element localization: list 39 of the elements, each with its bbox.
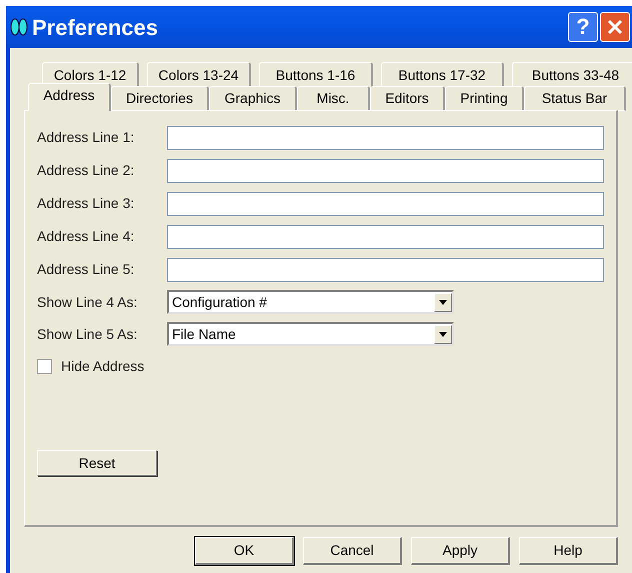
dialog-button[interactable]: OK — [195, 537, 294, 565]
reset-button[interactable]: Reset — [37, 450, 157, 476]
dropdown-arrow-icon — [439, 300, 447, 304]
tab[interactable]: Status Bar — [524, 86, 626, 111]
window-title: Preferences — [32, 14, 159, 42]
address-field[interactable] — [167, 192, 604, 216]
tab[interactable]: Printing — [445, 86, 524, 111]
close-icon — [606, 18, 624, 36]
field-label: Show Line 4 As: — [37, 292, 138, 312]
tab[interactable]: Directories — [111, 86, 209, 111]
checkbox-label: Hide Address — [61, 357, 144, 376]
address-field[interactable] — [167, 224, 604, 248]
tab[interactable]: Address — [28, 83, 111, 111]
dialog-button[interactable]: Help — [519, 537, 618, 565]
dropdown[interactable]: File Name — [167, 322, 454, 346]
tab[interactable]: Buttons 33-48 — [512, 62, 632, 87]
close-button[interactable] — [600, 12, 630, 42]
tab[interactable]: Editors — [370, 86, 445, 111]
field-label: Address Line 1: — [37, 128, 136, 147]
help-button[interactable]: ? — [568, 12, 598, 42]
checkbox[interactable] — [37, 359, 52, 374]
dropdown-arrow-icon — [439, 332, 447, 336]
field-label: Address Line 2: — [37, 161, 136, 180]
address-field[interactable] — [167, 258, 604, 282]
field-label: Address Line 5: — [37, 260, 136, 279]
address-field[interactable] — [167, 126, 604, 150]
tab[interactable]: Buttons 1-16 — [259, 62, 373, 87]
tab[interactable]: Misc. — [297, 86, 370, 111]
tab[interactable]: Buttons 17-32 — [381, 62, 504, 87]
field-label: Address Line 3: — [37, 194, 136, 213]
address-field[interactable] — [167, 158, 604, 182]
field-label: Address Line 4: — [37, 227, 136, 246]
dialog-button[interactable]: Apply — [411, 537, 510, 565]
app-icon — [10, 17, 28, 37]
tab[interactable]: Graphics — [209, 86, 297, 111]
field-label: Show Line 5 As: — [37, 324, 138, 344]
dialog-button[interactable]: Cancel — [303, 537, 402, 565]
tab[interactable]: Colors 13-24 — [147, 62, 251, 87]
dropdown[interactable]: Configuration # — [167, 290, 454, 314]
